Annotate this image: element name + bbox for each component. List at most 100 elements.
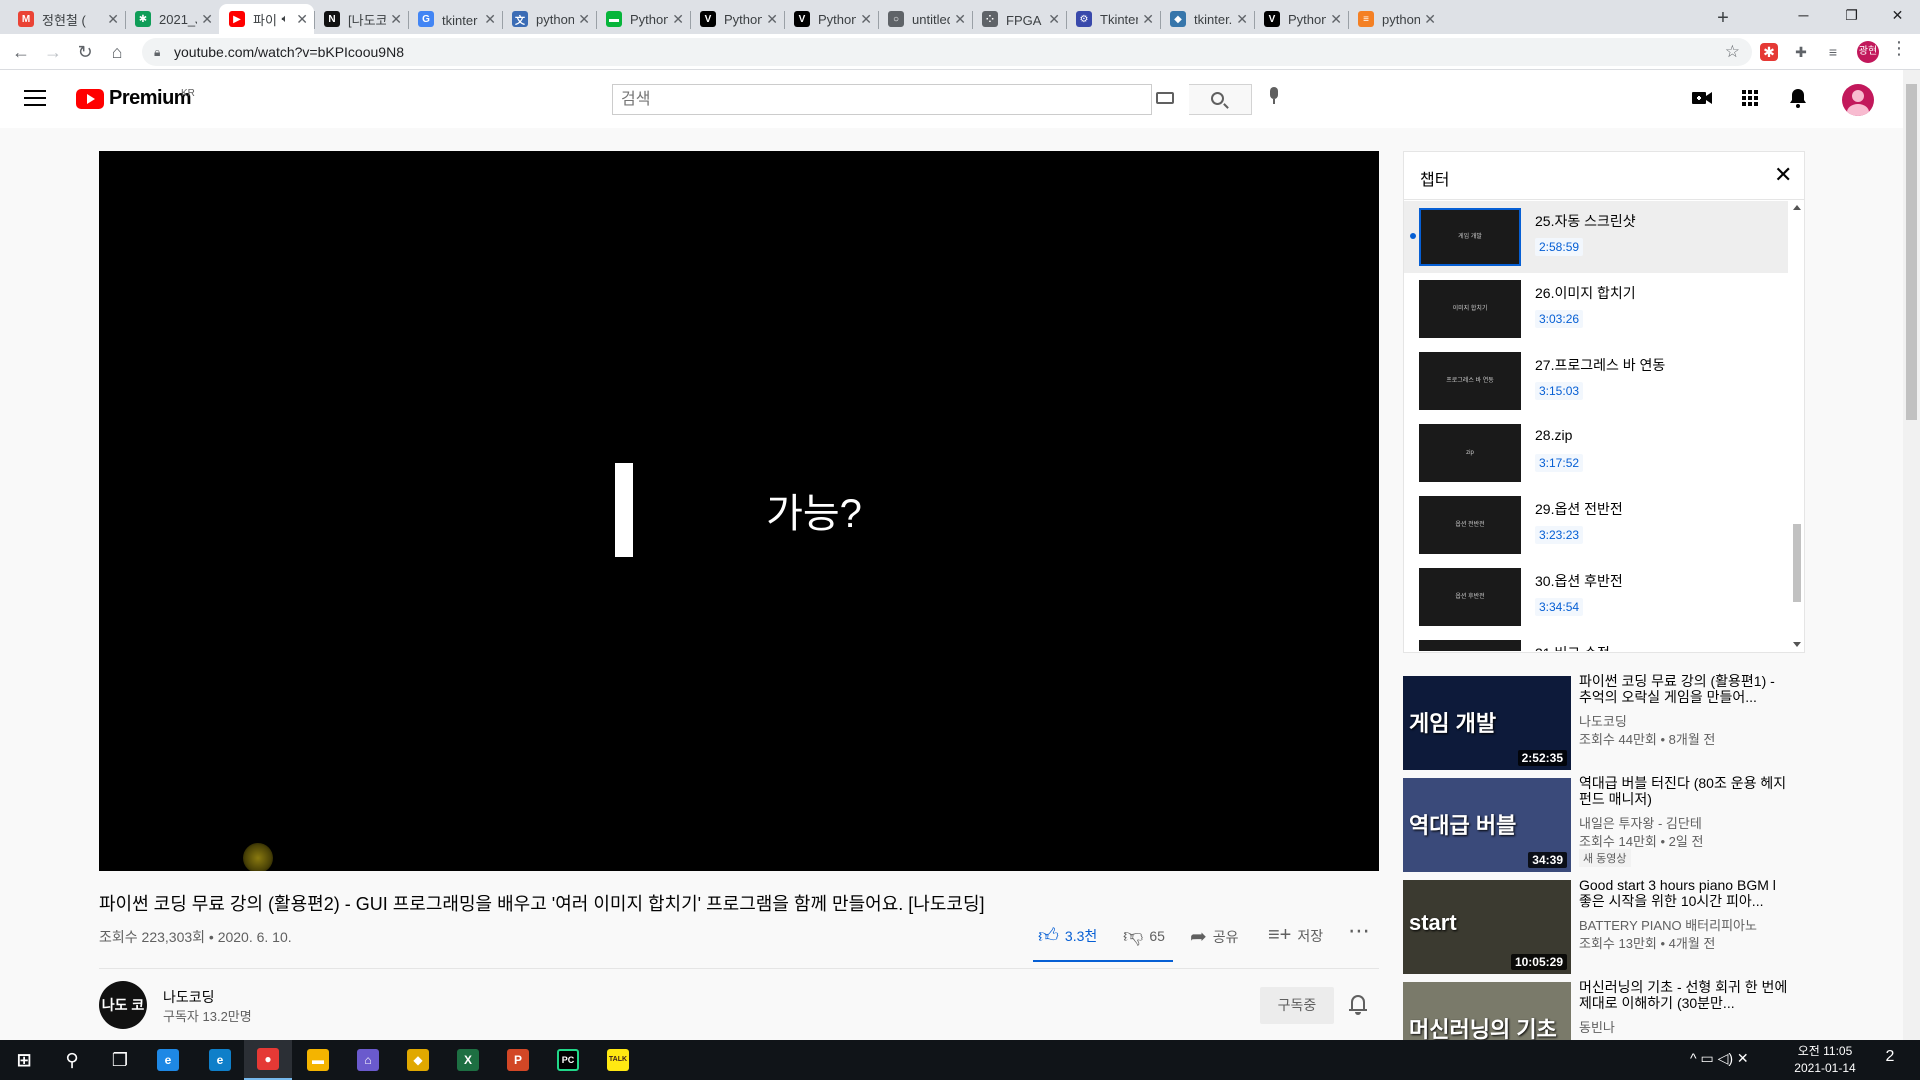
chapter-timestamp[interactable]: 3:15:03	[1535, 382, 1584, 400]
reload-icon[interactable]: ↻	[73, 40, 97, 64]
extension-icon[interactable]: ✱	[1760, 43, 1778, 61]
taskbar-git-button[interactable]: ◆	[394, 1040, 442, 1080]
tab-close-icon[interactable]: ✕	[766, 11, 778, 28]
recommended-channel-name[interactable]: 내일은 투자왕 - 김단테	[1579, 813, 1702, 832]
recommended-video-title[interactable]: 역대급 버블 터진다 (80조 운용 헤지펀드 매니저)	[1579, 775, 1789, 807]
browser-tab[interactable]: N [나도코딩✕	[314, 4, 408, 34]
browser-tab[interactable]: ≡ python -✕	[1348, 4, 1442, 34]
recommended-channel-name[interactable]: BATTERY PIANO 배터리피아노	[1579, 915, 1757, 934]
recommended-channel-name[interactable]: 동빈나	[1579, 1017, 1615, 1036]
taskbar-network-button[interactable]: ⌂	[344, 1040, 392, 1080]
browser-tab[interactable]: ▬ Python T✕	[596, 4, 690, 34]
channel-avatar[interactable]: 나도 코딩	[99, 981, 147, 1029]
chapter-thumbnail[interactable]: 게임 개발	[1419, 208, 1521, 266]
system-tray-icons[interactable]: ^ ▭ ◁) ✕	[1690, 1050, 1749, 1067]
chapter-thumbnail[interactable]: 옵션 전반전	[1419, 496, 1521, 554]
search-input[interactable]	[613, 85, 1083, 114]
taskbar-powerpoint-button[interactable]: P	[494, 1040, 542, 1080]
chapter-thumbnail[interactable]: 이미지 합치기	[1419, 280, 1521, 338]
taskbar-ie-button[interactable]: e	[144, 1040, 192, 1080]
tab-close-icon[interactable]: ✕	[390, 11, 402, 28]
tab-close-icon[interactable]: ✕	[1424, 11, 1436, 28]
youtube-logo-icon[interactable]	[76, 89, 104, 109]
recommended-video-title[interactable]: Good start 3 hours piano BGM l 좋은 시작을 위한…	[1579, 877, 1789, 909]
browser-tab[interactable]: ◆ tkinter.ttk✕	[1160, 4, 1254, 34]
browser-tab[interactable]: Gtkinter 조✕	[408, 4, 502, 34]
recommended-video-title[interactable]: 파이썬 코딩 무료 강의 (활용편1) - 추억의 오락실 게임을 만들어...	[1579, 673, 1789, 705]
recommended-channel-name[interactable]: 나도코딩	[1579, 711, 1627, 730]
tab-close-icon[interactable]: ✕	[1142, 11, 1154, 28]
taskbar-kakaotalk-button[interactable]: TALK	[594, 1040, 642, 1080]
url-text[interactable]: youtube.com/watch?v=bKPIcoou9N8	[174, 44, 404, 60]
browser-tab[interactable]: V Python t✕	[1254, 4, 1348, 34]
scroll-down-icon[interactable]	[1793, 642, 1801, 647]
browser-menu-icon[interactable]: ⋮	[1890, 38, 1908, 59]
taskbar-chrome-button[interactable]: ●	[244, 1040, 292, 1080]
microphone-icon[interactable]	[1268, 87, 1280, 105]
recommended-video[interactable]: 게임 개발 2:52:35 파이썬 코딩 무료 강의 (활용편1) - 추억의 오락…	[1403, 673, 1823, 772]
browser-tab[interactable]: ⁘ FPGA 메✕	[972, 4, 1066, 34]
tab-close-icon[interactable]: ✕	[296, 11, 308, 28]
taskbar-search-button[interactable]: ⚲	[48, 1040, 96, 1080]
tab-close-icon[interactable]: ✕	[201, 11, 213, 28]
video-thumbnail[interactable]: 역대급 버블 34:39	[1403, 778, 1571, 872]
scrollbar-thumb[interactable]	[1793, 524, 1801, 602]
maximize-button[interactable]: ❐	[1829, 0, 1874, 32]
chapter-thumbnail[interactable]	[1419, 640, 1521, 651]
keyboard-icon[interactable]	[1156, 92, 1174, 104]
address-bar[interactable]: 🔒︎ youtube.com/watch?v=bKPIcoou9N8 ☆	[142, 38, 1752, 66]
more-actions-icon[interactable]: ⋯	[1348, 918, 1371, 944]
close-window-button[interactable]: ✕	[1875, 0, 1920, 32]
save-button[interactable]: ≡+ 저장	[1268, 924, 1323, 947]
chapter-timestamp[interactable]: 3:23:23	[1535, 526, 1584, 544]
video-player[interactable]: 가능?	[99, 151, 1379, 871]
chapter-timestamp[interactable]: 2:58:59	[1535, 238, 1584, 256]
profile-avatar[interactable]: 광현	[1857, 41, 1879, 63]
taskbar-task-view-button[interactable]: ❐	[96, 1040, 144, 1080]
tab-close-icon[interactable]: ✕	[107, 11, 119, 28]
new-tab-button[interactable]: +	[1709, 6, 1737, 30]
taskbar-excel-button[interactable]: X	[444, 1040, 492, 1080]
chapter-timestamp[interactable]: 3:17:52	[1535, 454, 1584, 472]
browser-tab[interactable]: ▶ 파이 🔈︎ ✕	[219, 4, 314, 34]
search-button[interactable]	[1189, 84, 1252, 115]
bookmark-star-icon[interactable]: ☆	[1725, 42, 1740, 62]
recommended-video[interactable]: start 10:05:29 Good start 3 hours piano BG…	[1403, 877, 1823, 976]
puzzle-icon[interactable]: ✚	[1792, 43, 1810, 61]
chapter-item[interactable]: 옵션 후반전 30.옵션 후반전 3:34:54	[1404, 561, 1788, 633]
video-thumbnail[interactable]: start 10:05:29	[1403, 880, 1571, 974]
taskbar-edge-button[interactable]: e	[196, 1040, 244, 1080]
chapter-item[interactable]: 31.버그 수정	[1404, 633, 1788, 651]
forward-icon[interactable]: →	[41, 40, 65, 64]
page-scrollbar[interactable]	[1903, 70, 1920, 1040]
chapter-item[interactable]: 이미지 합치기 26.이미지 합치기 3:03:26	[1404, 273, 1788, 345]
chapter-item[interactable]: 옵션 전반전 29.옵션 전반전 3:23:23	[1404, 489, 1788, 561]
tab-close-icon[interactable]: ✕	[578, 11, 590, 28]
dislike-button[interactable]: 👎︎ 65	[1123, 924, 1165, 948]
browser-tab[interactable]: ○ untitled ✕	[878, 4, 972, 34]
youtube-logo-text[interactable]: Premium	[109, 87, 192, 110]
recommended-video-title[interactable]: 머신러닝의 기초 - 선형 회귀 한 번에 제대로 이해하기 (30분만...	[1579, 979, 1789, 1011]
chapter-thumbnail[interactable]: 프로그레스 바 연동	[1419, 352, 1521, 410]
chapter-thumbnail[interactable]: zip	[1419, 424, 1521, 482]
tab-close-icon[interactable]: ✕	[954, 11, 966, 28]
minimize-button[interactable]: ─	[1781, 0, 1826, 32]
channel-name[interactable]: 나도코딩	[163, 987, 215, 1007]
create-video-icon[interactable]	[1690, 86, 1714, 110]
browser-tab[interactable]: ✱ 2021_Jar✕	[125, 4, 219, 34]
chapter-thumbnail[interactable]: 옵션 후반전	[1419, 568, 1521, 626]
like-button[interactable]: 👍︎ 3.3천	[1038, 924, 1097, 948]
subscribed-button[interactable]: 구독중	[1260, 987, 1334, 1024]
notification-center-icon[interactable]: 2	[1878, 1048, 1902, 1072]
recommended-video[interactable]: 역대급 버블 34:39 역대급 버블 터진다 (80조 운용 헤지펀드 매니저) 내…	[1403, 775, 1823, 874]
browser-tab[interactable]: V Python t✕	[784, 4, 878, 34]
chapter-item[interactable]: 프로그레스 바 연동 27.프로그레스 바 연동 3:15:03	[1404, 345, 1788, 417]
home-icon[interactable]: ⌂	[105, 40, 129, 64]
tab-close-icon[interactable]: ✕	[484, 11, 496, 28]
reading-list-icon[interactable]: ≡	[1824, 43, 1842, 61]
tab-close-icon[interactable]: ✕	[860, 11, 872, 28]
browser-tab[interactable]: M 정현철 (✕	[8, 4, 125, 34]
share-button[interactable]: ➦ 공유	[1190, 924, 1239, 949]
taskbar-start-button[interactable]: ⊞	[0, 1040, 48, 1080]
taskbar-explorer-button[interactable]: ▬	[294, 1040, 342, 1080]
